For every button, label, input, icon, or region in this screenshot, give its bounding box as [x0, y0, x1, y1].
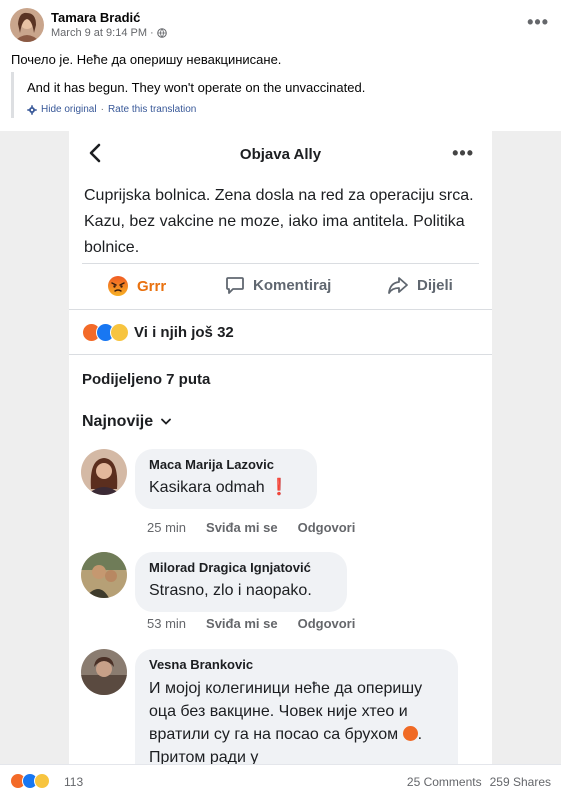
- gear-icon: [27, 104, 37, 115]
- comment-icon: [226, 277, 244, 294]
- commenter-name: Milorad Dragica Ignjatović: [149, 560, 311, 575]
- share-icon: [388, 277, 408, 294]
- comment-bubble: Vesna Brankovic И мојој колегиници неће …: [135, 649, 458, 764]
- shared-count: Podijeljeno 7 puta: [82, 371, 211, 388]
- engagement-counts: 25 Comments 259 Shares: [407, 775, 551, 789]
- comment-text: Kasikara odmah ❗: [149, 479, 289, 496]
- comment-bubble: Maca Marija Lazovic Kasikara odmah ❗: [135, 449, 317, 509]
- comment-time: 53 min: [147, 616, 187, 631]
- link-separator: ·: [100, 104, 104, 115]
- grrr-label: Grrr: [137, 277, 167, 295]
- screenshot-more-icon: •••: [452, 143, 474, 163]
- translation-block: And it has begun. They won't operate on …: [11, 72, 551, 118]
- commenter-avatar: [81, 552, 127, 598]
- post-options-icon[interactable]: •••: [527, 12, 549, 33]
- sad-reaction-icon: [110, 322, 129, 342]
- reply-link: Odgovori: [297, 616, 356, 631]
- screenshot-reactions: Vi i njih još 32: [82, 321, 234, 343]
- commenter-avatar: [81, 649, 127, 695]
- angry-face-icon: [108, 276, 128, 296]
- divider: [82, 263, 479, 264]
- translation-links: Hide original · Rate this translation: [27, 104, 551, 115]
- comment-text: Strasno, zlo i naopako.: [149, 582, 312, 599]
- exclamation-icon: ❗: [269, 479, 289, 496]
- post-time[interactable]: March 9 at 9:14 PM: [51, 27, 147, 39]
- like-link: Sviđa mi se: [206, 616, 278, 631]
- share-label: Dijeli: [417, 276, 453, 294]
- post-meta: March 9 at 9:14 PM ·: [51, 27, 167, 39]
- screenshot-title: Objava Ally: [239, 146, 322, 163]
- reaction-icons: [82, 322, 129, 342]
- comments-count-link[interactable]: 25 Comments: [407, 775, 482, 789]
- meta-separator: ·: [150, 27, 154, 39]
- post-image[interactable]: Objava Ally ••• Cuprijska bolnica. Zena …: [0, 131, 561, 764]
- author-avatar[interactable]: [10, 8, 44, 42]
- comment-meta: 25 min Sviđa mi se Odgovori: [147, 520, 355, 535]
- reaction-summary-icons[interactable]: [10, 773, 50, 789]
- comment-label: Komentiraj: [253, 276, 332, 294]
- comment-bubble: Milorad Dragica Ignjatović Strasno, zlo …: [135, 552, 347, 612]
- screenshot-content: Objava Ally ••• Cuprijska bolnica. Zena …: [69, 131, 492, 764]
- screenshot-action-bar: Grrr Komentiraj Dijeli: [69, 267, 492, 307]
- reply-link: Odgovori: [297, 520, 356, 535]
- commenter-avatar: [81, 449, 127, 495]
- reactions-label: Vi i njih još 32: [134, 323, 234, 341]
- commenter-name: Maca Marija Lazovic: [149, 457, 274, 472]
- post-header: Tamara Bradić March 9 at 9:14 PM · •••: [0, 0, 561, 44]
- hide-original-link[interactable]: Hide original: [41, 104, 97, 115]
- commenter-name: Vesna Brankovic: [149, 657, 254, 672]
- comment-sort: Najnovije: [82, 413, 172, 431]
- chevron-down-icon: [161, 418, 172, 425]
- reaction-count[interactable]: 113: [64, 775, 83, 789]
- comment-meta: 53 min Sviđa mi se Odgovori: [147, 616, 355, 631]
- screenshot-post-text: Cuprijska bolnica. Zena dosla na red za …: [84, 187, 474, 256]
- author-name[interactable]: Tamara Bradić: [51, 10, 140, 25]
- sad-reaction-icon: [34, 773, 50, 789]
- divider: [69, 354, 492, 355]
- like-link: Sviđa mi se: [206, 520, 278, 535]
- shares-count-link[interactable]: 259 Shares: [490, 775, 551, 789]
- translation-text: And it has begun. They won't operate on …: [27, 80, 366, 95]
- share-action: Dijeli: [387, 275, 453, 295]
- sort-label: Najnovije: [82, 413, 154, 430]
- globe-icon[interactable]: [156, 28, 167, 38]
- comment-action: Komentiraj: [225, 275, 331, 295]
- divider: [69, 309, 492, 310]
- angry-emoji-icon: [402, 726, 418, 741]
- comment-text: И мојој колегиници неће да оперишу оца б…: [149, 680, 423, 764]
- post-footer: 113 25 Comments 259 Shares: [0, 764, 561, 796]
- rate-translation-link[interactable]: Rate this translation: [108, 104, 196, 115]
- screenshot-top-bar: Objava Ally •••: [69, 131, 492, 177]
- post-text: Почело је. Неће да оперишу невакцинисане…: [11, 52, 282, 67]
- comment-time: 25 min: [147, 520, 187, 535]
- grrr-action: Grrr: [107, 275, 166, 297]
